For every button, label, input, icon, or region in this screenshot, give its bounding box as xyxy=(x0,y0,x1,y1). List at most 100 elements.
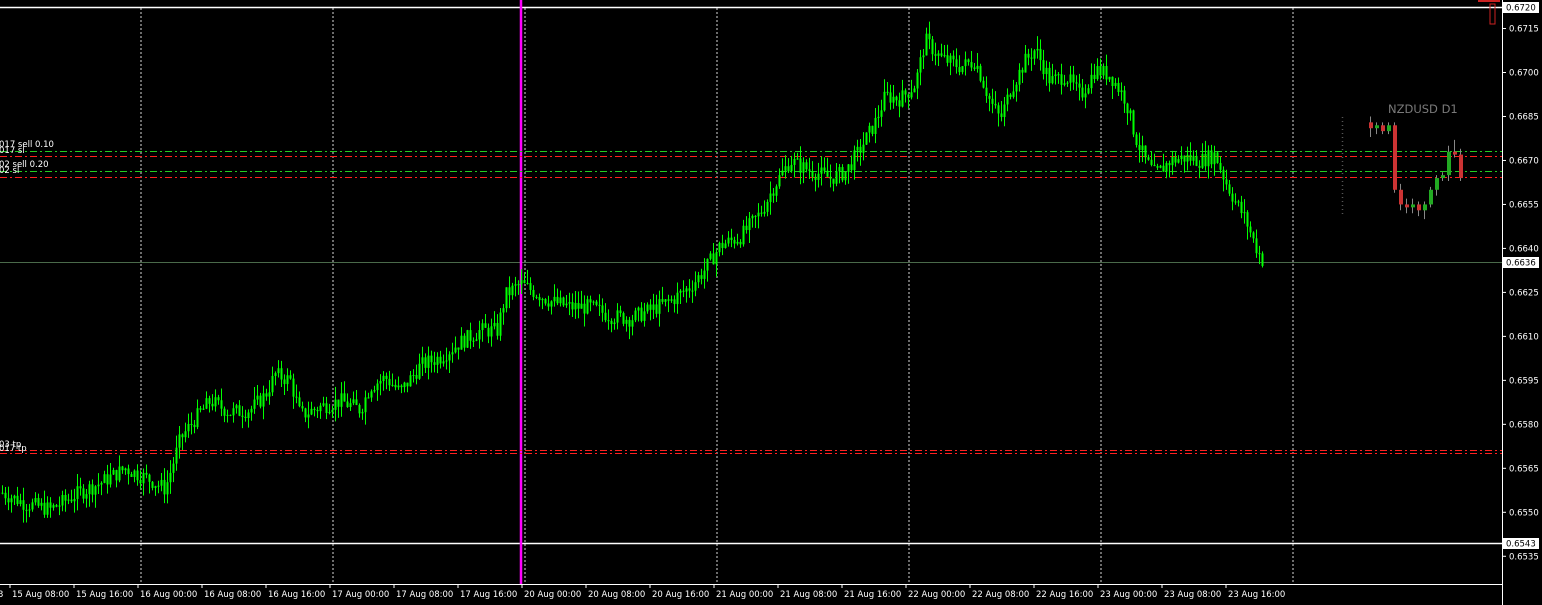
candle-body xyxy=(226,414,229,416)
candle-body xyxy=(637,307,640,311)
candle-body xyxy=(712,253,715,265)
candle-body xyxy=(1174,156,1177,163)
candle-body xyxy=(136,470,139,481)
candle-body xyxy=(409,375,412,387)
candle-body xyxy=(673,299,676,305)
candle-body xyxy=(589,299,592,303)
time-tick-label: 22 Aug 16:00 xyxy=(1036,590,1093,600)
candle-body xyxy=(565,303,568,306)
candle-body xyxy=(778,175,781,187)
candle-body xyxy=(406,382,409,387)
candle-body xyxy=(355,399,358,405)
candle-body xyxy=(814,176,817,180)
candle-body xyxy=(166,482,169,495)
candle-body xyxy=(799,158,802,173)
candle-body xyxy=(595,301,598,305)
candle-body xyxy=(259,395,262,407)
price-tag-value: 0.6543 xyxy=(1506,540,1536,550)
candle-body xyxy=(280,368,283,380)
candle-body xyxy=(547,303,550,307)
candle-body xyxy=(1015,84,1018,92)
inset-symbol-label: NZDUSD D1 xyxy=(1388,102,1458,116)
candle-body xyxy=(352,399,355,404)
inset-candle xyxy=(1393,125,1397,190)
candle-body xyxy=(562,297,565,306)
candle-body xyxy=(148,474,151,482)
candle-body xyxy=(274,373,277,376)
candle-body xyxy=(1060,74,1063,85)
price-tick-label: 0.6535 xyxy=(1509,552,1539,562)
candle-body xyxy=(988,95,991,99)
candle-body xyxy=(868,125,871,133)
price-chart[interactable]: 017 sell 0.10017 sl02 sell 0.2002 sl03 t… xyxy=(0,0,1542,605)
candle-body xyxy=(568,302,571,304)
candle-body xyxy=(583,303,586,314)
candle-body xyxy=(469,330,472,341)
candle-body xyxy=(739,241,742,245)
candle-body xyxy=(937,53,940,56)
candle-body xyxy=(826,170,829,177)
candle-body xyxy=(655,304,658,314)
candle-body xyxy=(967,59,970,63)
candle-body xyxy=(724,243,727,248)
candle-body xyxy=(502,308,505,313)
candle-body xyxy=(4,492,7,499)
candle-body xyxy=(1141,145,1144,150)
candle-body xyxy=(775,186,778,196)
candle-body xyxy=(1135,134,1138,146)
candle-body xyxy=(1081,87,1084,98)
candle-body xyxy=(1054,74,1057,77)
candle-body xyxy=(1195,155,1198,166)
candle-body xyxy=(1255,238,1258,254)
candle-body xyxy=(916,72,919,89)
candle-body xyxy=(610,320,613,325)
candle-body xyxy=(19,500,22,505)
candle-body xyxy=(688,288,691,291)
candle-body xyxy=(400,385,403,388)
candle-body xyxy=(40,502,43,506)
candle-body xyxy=(658,299,661,314)
candle-body xyxy=(31,502,34,510)
candle-body xyxy=(1057,74,1060,76)
candle-body xyxy=(1189,154,1192,161)
candle-body xyxy=(691,290,694,292)
candle-body xyxy=(1258,253,1261,255)
candle-body xyxy=(514,284,517,286)
candle-body xyxy=(346,401,349,408)
candle-body xyxy=(535,296,538,298)
inset-candle xyxy=(1441,175,1445,179)
candle-body xyxy=(313,408,316,410)
candle-body xyxy=(640,307,643,321)
candle-body xyxy=(505,287,508,309)
candle-body xyxy=(301,406,304,409)
candle-body xyxy=(1117,82,1120,93)
candle-body xyxy=(91,484,94,495)
candle-body xyxy=(790,164,793,172)
candle-body xyxy=(901,90,904,107)
candle-body xyxy=(445,360,448,362)
candle-body xyxy=(448,354,451,361)
candle-body xyxy=(268,392,271,397)
candle-body xyxy=(202,408,205,410)
candle-body xyxy=(526,282,529,284)
candle-body xyxy=(247,412,250,419)
candle-body xyxy=(46,502,49,515)
candle-body xyxy=(49,502,52,508)
candle-body xyxy=(205,398,208,409)
candle-body xyxy=(1123,90,1126,104)
candle-body xyxy=(403,382,406,388)
candle-body xyxy=(1000,113,1003,117)
candle-body xyxy=(682,290,685,292)
candle-body xyxy=(895,96,898,101)
candle-body xyxy=(961,66,964,73)
candle-body xyxy=(253,399,256,409)
candle-body xyxy=(295,396,298,398)
candle-body xyxy=(142,472,145,484)
candle-body xyxy=(343,393,346,402)
time-tick-label: 22 Aug 00:00 xyxy=(908,590,965,600)
candle-body xyxy=(1261,253,1264,266)
candle-body xyxy=(733,239,736,244)
candle-body xyxy=(43,502,46,515)
candle-body xyxy=(760,212,763,214)
candle-body xyxy=(238,405,241,416)
